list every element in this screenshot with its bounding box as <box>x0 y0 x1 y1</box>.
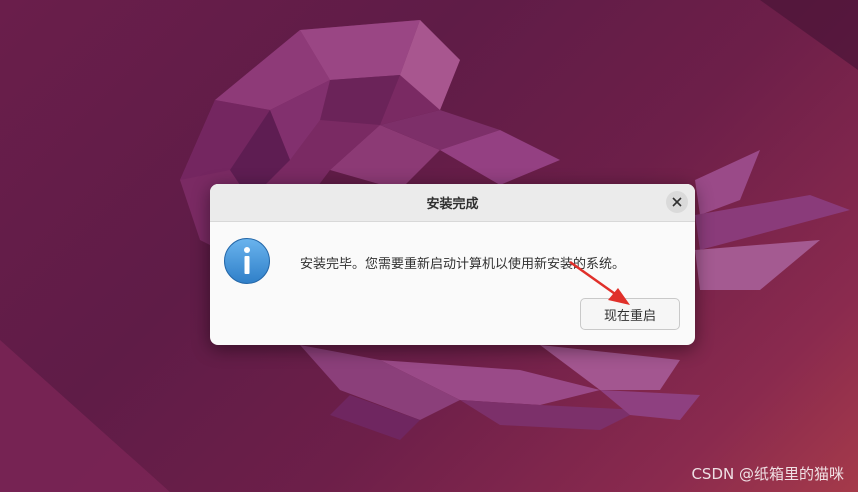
install-complete-dialog: 安装完成 安装完毕。您需要重新启动计算机以使用新安装的系统。 现在重启 <box>210 184 695 345</box>
close-button[interactable] <box>666 191 688 213</box>
dialog-title: 安装完成 <box>426 197 479 212</box>
dialog-titlebar: 安装完成 <box>210 184 695 222</box>
restart-now-button[interactable]: 现在重启 <box>580 298 680 330</box>
dialog-message: 安装完毕。您需要重新启动计算机以使用新安装的系统。 <box>300 257 626 272</box>
wallpaper-corner-shape <box>0 340 170 492</box>
watermark: CSDN @纸箱里的猫咪 <box>691 465 844 483</box>
close-icon <box>672 197 682 207</box>
info-icon <box>224 238 270 284</box>
wallpaper-top-right-shape <box>760 0 858 70</box>
